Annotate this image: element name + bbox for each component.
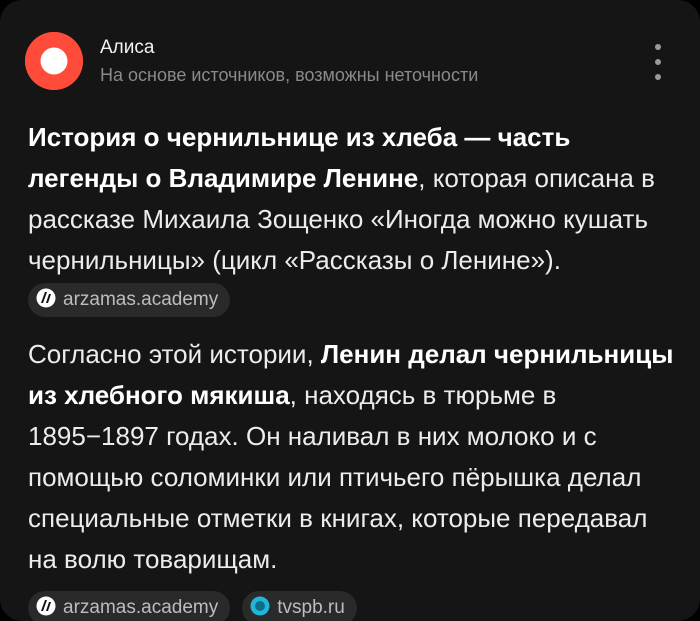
tvspb-logo-icon [250,596,270,616]
assistant-card: Алиса На основе источников, возможны нет… [0,0,700,621]
alice-logo-icon [25,32,83,90]
assistant-name: Алиса [100,37,155,58]
source-chip-tvspb[interactable]: tvspb.ru [242,591,357,621]
source-chip-label: arzamas.academy [63,289,219,311]
answer-text-run: Согласно этой истории, [28,339,321,369]
answer-text: История о чернильнице из хлеба — часть л… [28,117,678,621]
arzamas-logo-icon [36,596,56,616]
answer-paragraph: Согласно этой истории, Ленин делал черни… [28,334,678,580]
more-options-button[interactable] [645,40,671,84]
source-chip-label: tvspb.ru [277,597,345,619]
assistant-subtitle: На основе источников, возможны неточност… [100,65,479,85]
arzamas-logo-icon [36,288,56,308]
sources-row: arzamas.academy tvspb.ru [28,586,678,621]
source-chip-label: arzamas.academy [63,597,219,619]
menu-dot-icon [655,44,661,50]
alice-avatar [25,32,83,90]
answer-paragraph: История о чернильнице из хлеба — часть л… [28,117,678,322]
menu-dot-icon [655,59,661,65]
source-chip-arzamas[interactable]: arzamas.academy [28,591,231,621]
source-chip-arzamas[interactable]: arzamas.academy [28,283,231,318]
menu-dot-icon [655,74,661,80]
assistant-header: Алиса На основе источников, возможны нет… [25,32,675,90]
